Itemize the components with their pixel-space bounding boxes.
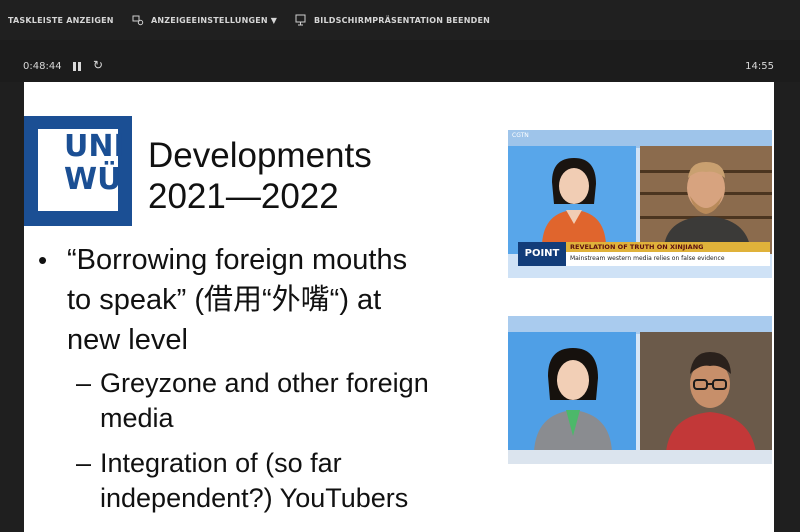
video-thumbnail-cgtn-point: CGTN POINT REVELATION OF TRUTH ON XINJIA…: [508, 130, 772, 278]
news-headline: REVELATION OF TRUTH ON XINJIANG: [566, 242, 770, 252]
youtuber-figure: [666, 352, 756, 452]
bullet-dot: •: [38, 245, 48, 275]
news-anchor-figure: [542, 158, 606, 244]
display-settings-icon: [132, 15, 144, 26]
main-bullet-line-1: “Borrowing foreign mouths: [67, 244, 408, 276]
sub-bullet-2-line-2: independent?) YouTubers: [100, 483, 409, 513]
end-slideshow-icon: [295, 14, 306, 26]
elapsed-time: 0:48:44: [23, 61, 62, 72]
logo-line-1: UNI: [64, 129, 125, 164]
main-bullet-line-2: to speak” (借用“外嘴“) at: [67, 284, 382, 316]
pause-icon[interactable]: [73, 62, 81, 71]
current-time: 14:55: [745, 61, 774, 72]
show-taskbar-label: TASKLEISTE ANZEIGEN: [8, 15, 114, 25]
sub-bullet-1-line-2: media: [100, 403, 174, 433]
slide-title: Developments 2021—2022: [148, 135, 372, 217]
sub-bullet-1-line-1: Greyzone and other foreign: [100, 368, 429, 398]
main-bullet: • “Borrowing foreign mouths to speak” (借…: [38, 240, 498, 360]
reset-timer-icon[interactable]: ↻: [93, 58, 103, 72]
slide[interactable]: UNI WÜ Developments 2021—2022 • “Borrowi…: [24, 82, 774, 532]
news-anchor-figure: [534, 348, 612, 452]
sub-bullet-greyzone: – Greyzone and other foreign media: [38, 366, 498, 436]
university-logo: UNI WÜ: [24, 116, 132, 226]
bullet-list: • “Borrowing foreign mouths to speak” (借…: [38, 240, 498, 516]
sub-bullet-dash: –: [76, 368, 92, 398]
title-line-2: 2021—2022: [148, 177, 339, 216]
program-logo: POINT: [518, 242, 566, 266]
network-logo: CGTN: [512, 132, 529, 139]
main-bullet-line-3: new level: [67, 324, 188, 356]
display-settings-button[interactable]: ANZEIGEEINSTELLUNGEN ▼: [132, 14, 277, 26]
news-subline: Mainstream western media relies on false…: [570, 255, 725, 262]
presenter-toolbar: TASKLEISTE ANZEIGEN ANZEIGEEINSTELLUNGEN…: [0, 0, 800, 40]
guest-figure: [664, 162, 750, 246]
timer-bar: 0:48:44 ↻ 14:55: [0, 40, 800, 82]
end-slideshow-button[interactable]: BILDSCHIRMPRÄSENTATION BEENDEN: [295, 14, 490, 26]
video-thumbnail-interview: [508, 316, 772, 464]
display-settings-label: ANZEIGEEINSTELLUNGEN ▼: [151, 15, 278, 25]
sub-bullet-2-line-1: Integration of (so far: [100, 448, 342, 478]
logo-line-2: WÜ: [64, 162, 122, 197]
end-slideshow-label: BILDSCHIRMPRÄSENTATION BEENDEN: [314, 15, 491, 25]
sub-bullet-dash: –: [76, 448, 92, 478]
news-lower-third: POINT REVELATION OF TRUTH ON XINJIANG Ma…: [518, 242, 770, 266]
show-taskbar-button[interactable]: TASKLEISTE ANZEIGEN: [8, 16, 114, 25]
title-line-1: Developments: [148, 136, 372, 175]
sub-bullet-youtubers: – Integration of (so far independent?) Y…: [38, 446, 498, 516]
